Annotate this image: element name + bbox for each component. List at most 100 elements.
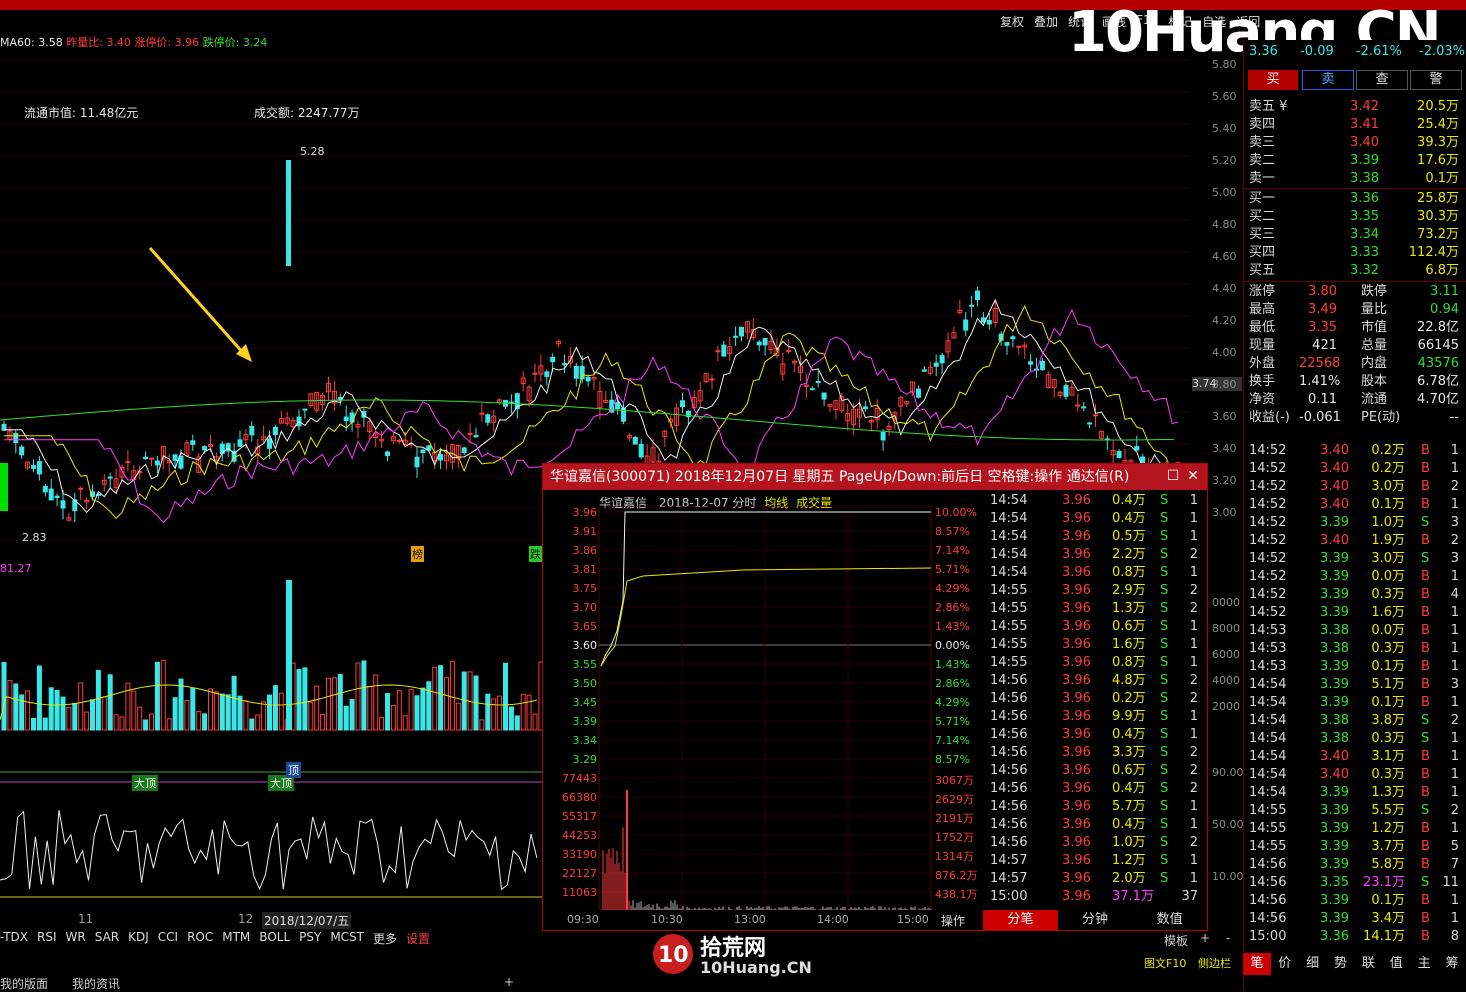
orderbook-divider — [1243, 188, 1466, 189]
template-button[interactable]: 模板 — [1164, 932, 1188, 949]
indicator-line — [0, 810, 538, 891]
intraday-tick-cell: 0.4万 — [1112, 727, 1146, 742]
popup-title-bar[interactable]: 华谊嘉信(300071) 2018年12月07日 星期五 PageUp/Down… — [543, 464, 1207, 490]
popup-tab[interactable]: 分笔 — [983, 910, 1058, 930]
indicator-tab[interactable]: 设置 — [406, 930, 430, 948]
indicator-tab[interactable]: BOLL — [259, 930, 290, 948]
toolbar-button-1[interactable]: 叠加 — [1034, 13, 1058, 31]
intraday-tick-cell: 3.96 — [1062, 637, 1091, 652]
bid-volume: 73.2万 — [1417, 227, 1459, 242]
ask-price: 3.38 — [1350, 171, 1379, 186]
layout-tab[interactable]: + — [504, 975, 514, 989]
indicator-tab[interactable]: KDJ — [128, 930, 149, 948]
indicator-tab[interactable]: MTM — [222, 930, 250, 948]
indicator-tab[interactable]: SAR — [95, 930, 119, 948]
volume-bar — [261, 701, 267, 731]
intraday-tick-cell: 3.96 — [1062, 727, 1091, 742]
intraday-tick-row: 14:56 3.96 9.9万 S 1 — [990, 708, 1200, 726]
intraday-tick-cell: 2 — [1189, 835, 1198, 850]
tick-cell: 0.3万 — [1371, 767, 1405, 782]
bid-price: 3.34 — [1350, 227, 1379, 242]
quote-tab[interactable]: 主 — [1410, 953, 1438, 975]
tick-cell: 14:52 — [1249, 533, 1287, 548]
popup-tab[interactable]: 数值 — [1132, 910, 1207, 930]
price-tick: 3.40 — [1212, 442, 1237, 455]
tick-cell: 3.4万 — [1371, 911, 1405, 926]
intraday-chart[interactable] — [543, 506, 935, 910]
tick-cell: B — [1421, 785, 1430, 800]
tag-bang[interactable]: 榜 — [411, 546, 424, 562]
intraday-tick-row: 14:55 3.96 0.6万 S 1 — [990, 618, 1200, 636]
popup-tab[interactable]: 分钟 — [1058, 910, 1133, 930]
sidebar-button[interactable]: 侧边栏 — [1198, 955, 1231, 971]
indicator-tab[interactable]: MCST — [330, 930, 364, 948]
intraday-tick-row: 14:56 3.96 0.6万 S 2 — [990, 762, 1200, 780]
indicator-tab[interactable]: PSY — [299, 930, 321, 948]
zoom-in-button[interactable]: + — [1200, 931, 1210, 945]
alert-button[interactable]: 警 — [1410, 70, 1462, 90]
tick-cell: 4 — [1450, 587, 1459, 602]
intraday-tick-cell: S — [1160, 529, 1169, 544]
maximize-icon[interactable]: ☐ — [1165, 468, 1181, 484]
zoom-out-button[interactable]: - — [1226, 931, 1230, 945]
tick-row: 14:54 3.40 3.1万 B 1 — [1249, 748, 1461, 766]
tick-cell: 2 — [1450, 479, 1459, 494]
indicator-tab[interactable]: WR — [66, 930, 86, 948]
volume-bar — [390, 704, 396, 731]
tick-row: 14:54 3.39 0.1万 B 1 — [1249, 694, 1461, 712]
quote-tab[interactable]: 价 — [1271, 953, 1299, 975]
intraday-popup[interactable]: 华谊嘉信(300071) 2018年12月07日 星期五 PageUp/Down… — [542, 463, 1208, 931]
bid-row: 买四 3.33 112.4万 — [1249, 244, 1461, 262]
intraday-tick-cell: 1 — [1189, 637, 1198, 652]
quote-tab[interactable]: 值 — [1382, 953, 1410, 975]
indicator-tick: 90.00 — [1212, 766, 1244, 779]
close-icon[interactable]: ✕ — [1185, 468, 1201, 484]
tick-cell: 3.40 — [1320, 443, 1349, 458]
buy-button[interactable]: 买 — [1248, 70, 1298, 90]
candle-body — [933, 362, 939, 367]
tick-cell: 3.1万 — [1371, 749, 1405, 764]
intraday-price-label: 3.39 — [572, 715, 598, 728]
indicator-tab[interactable]: CCI — [158, 930, 178, 948]
intraday-tick-cell: 3.96 — [1062, 763, 1091, 778]
volume-bar — [107, 674, 113, 731]
intraday-pct-label: 4.29% — [935, 582, 970, 595]
candle-body — [739, 326, 744, 337]
stat-row: 换手 1.41% 股本 6.78亿 — [1249, 373, 1461, 391]
quote-tab[interactable]: 势 — [1327, 953, 1355, 975]
tick-row: 14:52 3.40 0.1万 B 1 — [1249, 496, 1461, 514]
intraday-tick-row: 14:57 3.96 2.0万 S 1 — [990, 870, 1200, 888]
quote-tab[interactable]: 联 — [1355, 953, 1383, 975]
quote-tab[interactable]: 笔 — [1243, 953, 1271, 975]
indicator-tab[interactable]: -TDX — [0, 930, 28, 948]
indicator-tick: 50.00 — [1212, 818, 1244, 831]
tick-cell: 0.0万 — [1371, 569, 1405, 584]
layout-tab[interactable]: 我的资讯 — [72, 975, 120, 991]
sell-button[interactable]: 卖 — [1302, 70, 1354, 90]
f10-button[interactable]: 图文F10 — [1144, 955, 1186, 971]
quote-tab[interactable]: 筹 — [1438, 953, 1466, 975]
toolbar-button-0[interactable]: 复权 — [1000, 13, 1024, 31]
intraday-tick-cell: 14:57 — [990, 871, 1028, 886]
intraday-tick-cell: 14:55 — [990, 655, 1028, 670]
tag-die[interactable]: 跌 — [529, 546, 542, 562]
volume-bar — [367, 685, 373, 731]
volume-tick: 4000 — [1212, 674, 1240, 687]
query-button[interactable]: 查 — [1356, 70, 1408, 90]
intraday-tick-row: 14:55 3.96 0.8万 S 1 — [990, 654, 1200, 672]
tick-cell: S — [1421, 731, 1430, 746]
intraday-price-label: 3.81 — [572, 563, 598, 576]
volume-bar — [402, 715, 408, 731]
tick-row: 14:56 3.39 5.8万 B 7 — [1249, 856, 1461, 874]
volume-bar — [408, 688, 414, 731]
indicator-tab[interactable]: ROC — [187, 930, 213, 948]
intraday-pct-label: 7.14% — [935, 544, 970, 557]
indicator-tab[interactable]: 更多 — [373, 930, 397, 948]
stat-cell: PE(动) — [1361, 410, 1401, 425]
quote-tab[interactable]: 细 — [1299, 953, 1327, 975]
layout-tab[interactable]: 我的版面 — [0, 975, 48, 991]
indicator-tab[interactable]: RSI — [37, 930, 57, 948]
tick-cell: 3.39 — [1320, 515, 1349, 530]
intraday-tick-cell: S — [1160, 709, 1169, 724]
op-button[interactable]: 操作 — [941, 912, 965, 929]
